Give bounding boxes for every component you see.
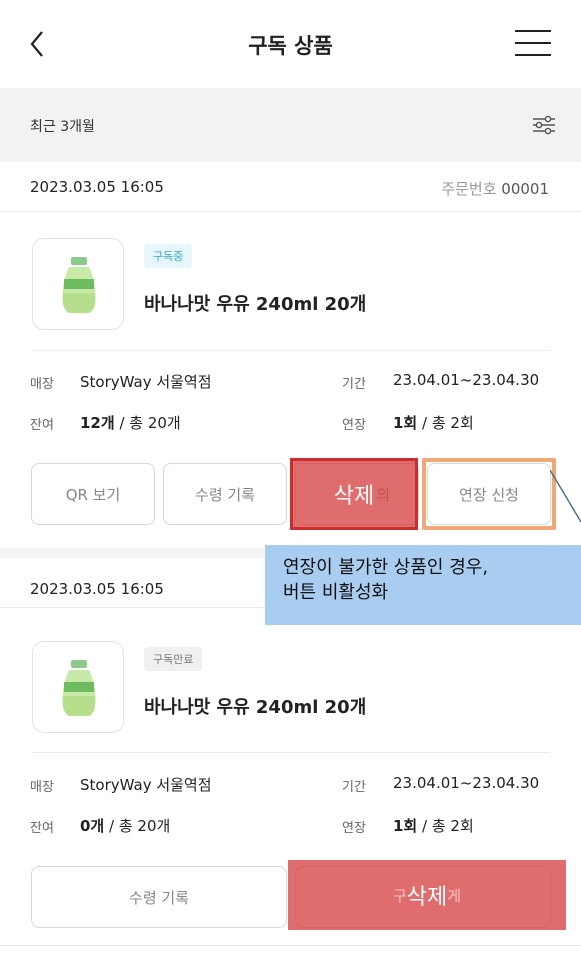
order-number-value: 00001 [501,180,549,198]
order-header: 2023.03.05 16:05 주문번호 00001 [0,162,581,212]
banana-milk-bottle-icon [62,660,96,716]
status-badge: 구독중 [144,244,193,268]
callout-line-1: 연장이 불가한 상품인 경우, [283,557,489,578]
remain-total: / 총 20개 [114,414,181,432]
extend-label: 연장 [342,821,366,836]
page-title: 구독 상품 [248,34,333,58]
divider [32,350,550,351]
extend-value: 1회 / 총 2회 [393,412,474,433]
period-label: 기간 [342,780,366,795]
qr-view-button[interactable]: QR 보기 [31,463,155,525]
store-label: 매장 [30,780,54,795]
remain-count: 12개 [80,414,115,432]
period-value: 23.04.01~23.04.30 [393,371,540,389]
store-value: StoryWay 서울역점 [80,373,212,391]
extend-value: 1회 / 총 2회 [393,815,474,836]
hidden-label-left: 구 [392,886,407,905]
banana-milk-bottle-icon [62,257,96,313]
product-name[interactable]: 바나나맛 우유 240ml 20개 [144,290,366,316]
receipt-history-button[interactable]: 수령 기록 [163,463,287,525]
store-label: 매장 [30,377,54,392]
remain-value: 12개 / 총 20개 [80,412,181,433]
delete-overlay[interactable]: 구 삭제 게 [288,860,566,930]
status-badge: 구독만료 [144,647,203,671]
extend-label: 연장 [342,418,366,433]
annotation-callout: 연장이 불가한 상품인 경우, 버튼 비활성화 [265,545,581,625]
product-thumbnail[interactable] [32,238,124,330]
menu-button[interactable] [515,30,551,58]
receipt-history-button[interactable]: 수령 기록 [31,866,287,928]
callout-line-2: 버튼 비활성화 [283,582,389,603]
remain-total: / 총 20개 [104,817,171,835]
hidden-label-right: 게 [447,886,462,905]
filter-sliders-icon [533,115,555,135]
extend-count: 1회 [393,414,418,432]
callout-pointer-line [550,470,581,523]
remain-count: 0개 [80,817,105,835]
divider [32,752,550,753]
extend-count: 1회 [393,817,418,835]
extend-total: / 총 2회 [417,414,474,432]
bottom-divider [0,945,581,946]
order-number: 주문번호 00001 [441,178,549,199]
period-filter-bar: 최근 3개월 [0,88,581,162]
remain-label: 잔여 [30,418,54,433]
delete-overlay[interactable]: 삭제 [290,458,418,530]
remain-value: 0개 / 총 20개 [80,815,170,836]
period-label: 기간 [342,377,366,392]
order-date: 2023.03.05 16:05 [30,580,164,598]
product-thumbnail[interactable] [32,641,124,733]
hamburger-menu-icon [515,30,551,56]
filter-button[interactable] [531,112,557,138]
app-header: 구독 상품 [0,0,581,88]
order-number-label: 주문번호 [441,180,497,198]
period-value: 23.04.01~23.04.30 [393,774,540,792]
delete-overlay-label: 삭제 [406,885,448,910]
extend-total: / 총 2회 [417,817,474,835]
remain-label: 잔여 [30,821,54,836]
extend-annotation-box [422,458,556,530]
order-date: 2023.03.05 16:05 [30,178,164,196]
store-value: StoryWay 서울역점 [80,776,212,794]
period-filter-label: 최근 3개월 [30,119,95,135]
product-name[interactable]: 바나나맛 우유 240ml 20개 [144,693,366,719]
